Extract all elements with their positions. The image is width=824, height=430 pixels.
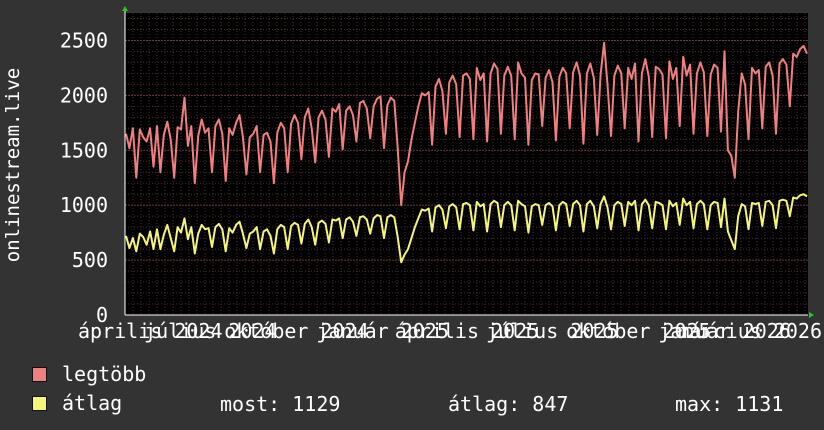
x-axis-arrow [809,312,814,318]
stat-max: max: 1131 [675,392,783,416]
stat-now: most: 1129 [220,392,340,416]
y-axis-label: onlinestream.live [2,68,24,262]
stat-avg-label: átlag: [448,392,521,416]
legend-item-max: legtöbb [32,362,147,386]
y-tick-label: 1000 [60,193,108,217]
y-axis-arrow [122,6,128,11]
stat-avg-value: 847 [532,392,569,416]
legend-label-max: legtöbb [62,362,147,386]
stat-now-value: 1129 [292,392,341,416]
legend-swatch-max [32,366,47,382]
y-tick-label: 500 [72,248,108,272]
stat-max-value: 1131 [735,392,784,416]
stat-now-label: most: [220,392,281,416]
stat-max-label: max: [675,392,724,416]
line-chart: 05001000150020002500 április 2024július … [2,6,822,343]
x-tick-label: március 2026 [678,319,823,343]
x-tick-labels: április 2024július 2024október 2024januá… [78,319,822,343]
stat-avg: átlag: 847 [448,392,568,416]
y-tick-label: 1500 [60,138,108,162]
y-tick-labels: 05001000150020002500 [60,28,108,327]
y-tick-label: 2000 [60,83,108,107]
legend-label-avg: átlag [62,391,123,415]
legend-swatch-avg [32,395,47,411]
y-tick-label: 2500 [60,28,108,52]
legend-item-avg: átlag [32,391,123,415]
